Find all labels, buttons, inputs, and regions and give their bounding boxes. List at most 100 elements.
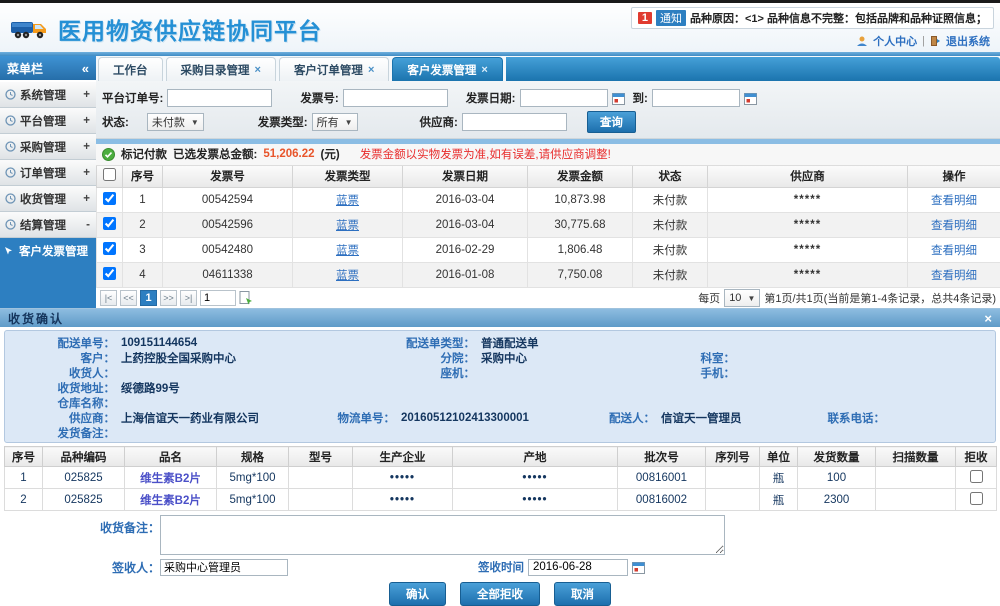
sidebar-collapse-icon[interactable]: «: [82, 61, 89, 76]
row-checkbox[interactable]: [103, 242, 116, 255]
reject-all-button[interactable]: 全部拒收: [460, 582, 540, 606]
row-checkbox[interactable]: [103, 217, 116, 230]
reject-checkbox[interactable]: [970, 492, 983, 505]
invoice-date-input[interactable]: [520, 89, 608, 107]
cell-spec: 5mg*100: [217, 489, 289, 511]
cell-supplier: *****: [708, 263, 908, 288]
tab-customer-invoice[interactable]: 客户发票管理 ×: [392, 57, 502, 81]
check-circle-icon: [102, 148, 115, 161]
mark-payment-label[interactable]: 标记付款: [121, 146, 167, 162]
prev-page-button[interactable]: <<: [120, 290, 137, 306]
current-page-button[interactable]: 1: [140, 290, 157, 306]
expand-icon[interactable]: +: [83, 141, 90, 153]
logistics-no-label: 物流单号：: [315, 410, 395, 426]
export-icon[interactable]: [239, 291, 253, 306]
filter-row-1: 平台订单号: 发票号: 发票日期: 到:: [102, 86, 996, 110]
chevron-down-icon: ▼: [747, 294, 755, 303]
supplier-input[interactable]: [462, 113, 567, 131]
col-invoice-no: 发票号: [163, 166, 293, 188]
invoice-type-link[interactable]: 蓝票: [336, 195, 359, 207]
cell-invoice-no: 00542594: [163, 188, 293, 213]
sidebar-item-system[interactable]: 系统管理 +: [0, 82, 96, 108]
signer-input[interactable]: [160, 559, 288, 576]
invoice-type-link[interactable]: 蓝票: [336, 220, 359, 232]
modal-supplier-value: 上海信谊天一药业有限公司: [115, 410, 315, 426]
col-reject: 拒收: [956, 447, 997, 467]
receive-remark-textarea[interactable]: [160, 515, 725, 555]
sidebar-item-procurement[interactable]: 采购管理 +: [0, 134, 96, 160]
search-button[interactable]: 查询: [587, 111, 636, 133]
item-name-link[interactable]: 维生素B2片: [140, 495, 201, 507]
item-name-link[interactable]: 维生素B2片: [140, 473, 201, 485]
tab-close-icon[interactable]: ×: [368, 64, 374, 76]
clock-icon: [5, 89, 16, 100]
sidebar-item-platform[interactable]: 平台管理 +: [0, 108, 96, 134]
invoice-no-input[interactable]: [343, 89, 448, 107]
cell-amount: 30,775.68: [528, 213, 633, 238]
cancel-button[interactable]: 取消: [554, 582, 611, 606]
notice-label: 通知: [656, 10, 686, 26]
invoice-type-select[interactable]: 所有 ▼: [312, 113, 358, 131]
personal-center-link[interactable]: 个人中心: [873, 33, 917, 49]
reject-checkbox[interactable]: [970, 470, 983, 483]
per-page-select[interactable]: 10 ▼: [724, 289, 760, 307]
cell-spec: 5mg*100: [217, 467, 289, 489]
view-detail-link[interactable]: 查看明细: [931, 220, 977, 232]
confirm-button[interactable]: 确认: [389, 582, 446, 606]
next-page-button[interactable]: >>: [160, 290, 177, 306]
cell-status: 未付款: [633, 263, 708, 288]
col-item-code: 品种编码: [43, 447, 125, 467]
tab-customer-order[interactable]: 客户订单管理 ×: [279, 57, 389, 81]
view-detail-link[interactable]: 查看明细: [931, 245, 977, 257]
invoice-date-to-input[interactable]: [652, 89, 740, 107]
view-detail-link[interactable]: 查看明细: [931, 270, 977, 282]
tab-workbench[interactable]: 工作台: [98, 57, 163, 81]
clock-icon: [5, 141, 16, 152]
sidebar-subitem-customer-invoice[interactable]: 客户发票管理: [0, 238, 96, 264]
page-number-input[interactable]: [200, 290, 236, 306]
row-checkbox[interactable]: [103, 267, 116, 280]
sign-time-input[interactable]: [528, 559, 628, 576]
tab-close-icon[interactable]: ×: [255, 64, 261, 76]
calendar-icon[interactable]: [612, 92, 625, 105]
signer-row: 签收人： 签收时间: [0, 558, 1000, 576]
expand-icon[interactable]: +: [83, 193, 90, 205]
view-detail-link[interactable]: 查看明细: [931, 195, 977, 207]
invoice-type-link[interactable]: 蓝票: [336, 245, 359, 257]
select-all-checkbox[interactable]: [103, 168, 116, 181]
cell-invoice-no: 04611338: [163, 263, 293, 288]
expand-icon[interactable]: +: [83, 89, 90, 101]
expand-icon[interactable]: +: [83, 115, 90, 127]
sidebar-item-label: 采购管理: [20, 139, 66, 155]
collapse-minus-icon[interactable]: -: [86, 219, 90, 231]
status-select[interactable]: 未付款 ▼: [147, 113, 204, 131]
calendar-icon[interactable]: [632, 561, 645, 574]
signer-label: 签收人：: [0, 559, 160, 576]
sidebar-item-settlement[interactable]: 结算管理 -: [0, 212, 96, 238]
items-table-header-row: 序号 品种编码 品名 规格 型号 生产企业 产地 批次号 序列号 单位 发货数量…: [5, 447, 997, 467]
platform-order-input[interactable]: [167, 89, 272, 107]
expand-icon[interactable]: +: [83, 167, 90, 179]
per-page-label: 每页: [698, 290, 720, 306]
sidebar-item-order[interactable]: 订单管理 +: [0, 160, 96, 186]
delivery-no-value: 109151144654: [115, 337, 365, 349]
sidebar-subitem-label: 客户发票管理: [19, 243, 88, 259]
modal-close-icon[interactable]: ×: [984, 311, 992, 326]
cell-date: 2016-03-04: [403, 188, 528, 213]
first-page-button[interactable]: |<: [100, 290, 117, 306]
last-page-button[interactable]: >|: [180, 290, 197, 306]
invoice-type-link[interactable]: 蓝票: [336, 270, 359, 282]
tab-close-icon[interactable]: ×: [481, 64, 487, 76]
row-checkbox[interactable]: [103, 192, 116, 205]
address-label: 收货地址：: [5, 380, 115, 396]
sidebar-item-receiving[interactable]: 收货管理 +: [0, 186, 96, 212]
tab-purchase-catalog[interactable]: 采购目录管理 ×: [166, 57, 276, 81]
address-value: 绥德路99号: [115, 380, 180, 396]
logout-link[interactable]: 退出系统: [946, 33, 990, 49]
col-serial: 序列号: [706, 447, 760, 467]
total-amount-value: 51,206.22: [263, 148, 314, 160]
sidebar: 菜单栏 « 系统管理 + 平台管理 + 采购管理 + 订单管理 +: [0, 56, 96, 308]
cell-status: 未付款: [633, 188, 708, 213]
calendar-icon[interactable]: [744, 92, 757, 105]
notification-bar[interactable]: 1 通知 品种原因：<1> 品种信息不完整：包括品牌和品种证照信息；: [631, 7, 994, 29]
